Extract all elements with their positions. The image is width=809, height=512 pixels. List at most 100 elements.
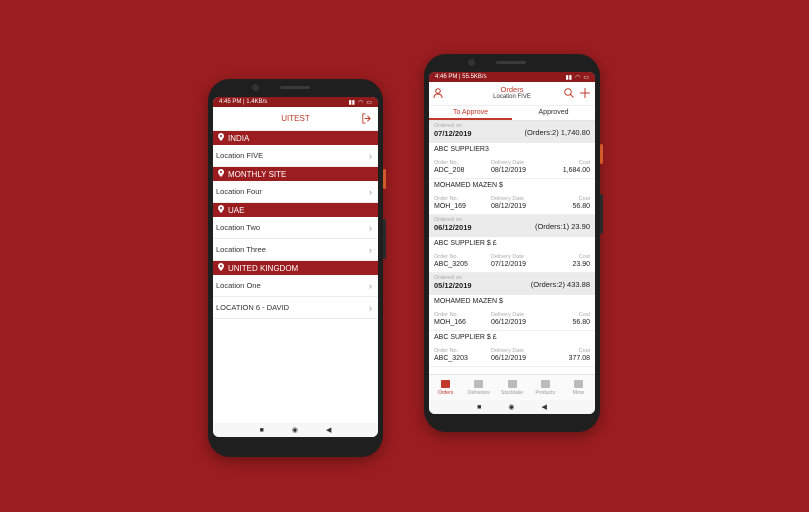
region-header: UAE <box>213 203 378 217</box>
supplier-name[interactable]: MOHAMED MAZEN $ <box>429 295 595 307</box>
group-total: (Orders:2) 1,740.80 <box>524 128 590 137</box>
order-no-col: Order No. ADC_208 <box>434 155 491 178</box>
nav-label: Stocktake <box>501 389 523 396</box>
nav-products[interactable]: Products <box>529 375 562 400</box>
group-total: (Orders:2) 433.88 <box>530 280 590 289</box>
location-list: INDIA Location FIVE › MONTHLY SITE Location … <box>213 131 378 319</box>
location-item[interactable]: Location Four › <box>213 181 378 203</box>
supplier-name[interactable]: ABC SUPPLIER $ £ <box>429 237 595 249</box>
nav-label: Products <box>535 389 556 396</box>
region-header: UNITED KINGDOM <box>213 261 378 275</box>
nav-label: More <box>572 389 585 396</box>
cost-col: Cost 56.80 <box>549 307 590 330</box>
user-icon[interactable] <box>433 87 445 99</box>
volume-button <box>600 194 603 234</box>
chevron-right-icon: › <box>369 302 372 313</box>
location-name: Location FIVE <box>216 151 264 160</box>
supplier-name[interactable]: ABC SUPPLIER3 <box>429 143 595 155</box>
order-row[interactable]: Order No. ABC_3203 Delivery Date 06/12/2019… <box>429 343 595 367</box>
recents-icon[interactable]: ■ <box>477 404 481 411</box>
order-no-col: Order No. MOH_166 <box>434 307 491 330</box>
speaker <box>496 61 526 64</box>
supplier-name[interactable]: ABC SUPPLIER $ £ <box>429 331 595 343</box>
pin-icon <box>218 263 224 273</box>
cost-label: Cost <box>578 253 590 260</box>
page-subtitle: Location FIVE <box>493 94 531 100</box>
chevron-right-icon: › <box>369 222 372 233</box>
order-no-label: Order No. <box>434 311 459 318</box>
order-no-value: ABC_3205 <box>434 260 468 268</box>
back-icon[interactable]: ◀ <box>326 426 331 434</box>
add-icon[interactable] <box>579 87 591 99</box>
location-item[interactable]: Location Two › <box>213 217 378 239</box>
location-item[interactable]: Location FIVE › <box>213 145 378 167</box>
cost-value: 23.90 <box>572 260 590 268</box>
order-row[interactable]: Order No. MOH_166 Delivery Date 06/12/2019 C… <box>429 307 595 331</box>
location-name: Location One <box>216 281 261 290</box>
nav-orders[interactable]: Orders <box>429 375 462 400</box>
order-no-col: Order No. MOH_169 <box>434 191 491 214</box>
order-no-label: Order No. <box>434 159 459 166</box>
camera <box>468 59 475 66</box>
delivery-date-label: Delivery Date <box>491 195 525 202</box>
cost-value: 56.80 <box>572 202 590 210</box>
date-group-header: Ordered on 06/12/2019 (Orders:1) 23.90 <box>429 215 595 237</box>
order-row[interactable]: Order No. MOH_169 Delivery Date 08/12/2019 C… <box>429 191 595 215</box>
region-name: UAE <box>228 205 245 215</box>
status-time: 4:46 PM | 55.5KB/s <box>435 74 487 80</box>
logout-icon[interactable] <box>361 113 372 124</box>
location-item[interactable]: Location Three › <box>213 239 378 261</box>
recents-icon[interactable]: ■ <box>260 427 264 434</box>
location-item[interactable]: LOCATION 6 - DAVID › <box>213 297 378 319</box>
nav-label: Deliveries <box>467 389 490 396</box>
region-header: MONTHLY SITE <box>213 167 378 181</box>
tab-to-approve[interactable]: To Approve <box>429 106 512 120</box>
delivery-date-value: 08/12/2019 <box>491 202 527 210</box>
region-name: INDIA <box>228 133 250 143</box>
supplier-name[interactable]: MOHAMED MAZEN $ <box>429 179 595 191</box>
orders-icon <box>441 379 451 388</box>
back-icon[interactable]: ◀ <box>541 403 546 411</box>
order-no-label: Order No. <box>434 253 459 260</box>
nav-more[interactable]: More <box>562 375 595 400</box>
camera <box>252 84 259 91</box>
cost-label: Cost <box>578 311 590 318</box>
region-name: MONTHLY SITE <box>228 169 287 179</box>
status-bar: 4:46 PM | 55.5KB/s ▮▮ ◠ ▭ <box>429 72 595 82</box>
delivery-date-value: 08/12/2019 <box>491 166 527 174</box>
location-name: Location Three <box>216 245 266 254</box>
home-icon[interactable]: ◉ <box>292 426 298 434</box>
cost-label: Cost <box>578 347 590 354</box>
order-row[interactable]: Order No. ADC_208 Delivery Date 08/12/2019 C… <box>429 155 595 179</box>
cost-label: Cost <box>578 159 590 166</box>
products-icon <box>540 379 550 388</box>
status-time: 4:45 PM | 1.4KB/s <box>219 99 268 105</box>
delivery-date-col: Delivery Date 08/12/2019 <box>491 155 549 178</box>
search-icon[interactable] <box>563 87 575 99</box>
tab-approved[interactable]: Approved <box>512 106 595 120</box>
cost-col: Cost 377.08 <box>549 343 590 366</box>
chevron-right-icon: › <box>369 186 372 197</box>
nav-deliveries[interactable]: Deliveries <box>462 375 495 400</box>
order-row[interactable]: Order No. ABC_3205 Delivery Date 07/12/2019… <box>429 249 595 273</box>
chevron-right-icon: › <box>369 150 372 161</box>
order-no-label: Order No. <box>434 195 459 202</box>
location-item[interactable]: Location One › <box>213 275 378 297</box>
nav-stocktake[interactable]: Stocktake <box>495 375 528 400</box>
order-no-value: MOH_166 <box>434 318 466 326</box>
order-no-value: MOH_169 <box>434 202 466 210</box>
cost-value: 377.08 <box>568 354 590 362</box>
status-bar: 4:45 PM | 1.4KB/s ▮▮ ◠ ▭ <box>213 97 378 107</box>
delivery-date-value: 06/12/2019 <box>491 354 527 362</box>
cost-col: Cost 56.80 <box>549 191 590 214</box>
group-total: (Orders:1) 23.90 <box>534 222 590 231</box>
delivery-date-label: Delivery Date <box>491 347 525 354</box>
location-name: Location Two <box>216 223 261 232</box>
home-icon[interactable]: ◉ <box>508 403 514 411</box>
status-icons: ▮▮ ◠ ▭ <box>348 99 372 106</box>
delivery-date-label: Delivery Date <box>491 311 525 318</box>
delivery-date-col: Delivery Date 06/12/2019 <box>491 307 549 330</box>
app-header: UITEST <box>213 107 378 131</box>
delivery-date-col: Delivery Date 06/12/2019 <box>491 343 549 366</box>
chevron-right-icon: › <box>369 280 372 291</box>
